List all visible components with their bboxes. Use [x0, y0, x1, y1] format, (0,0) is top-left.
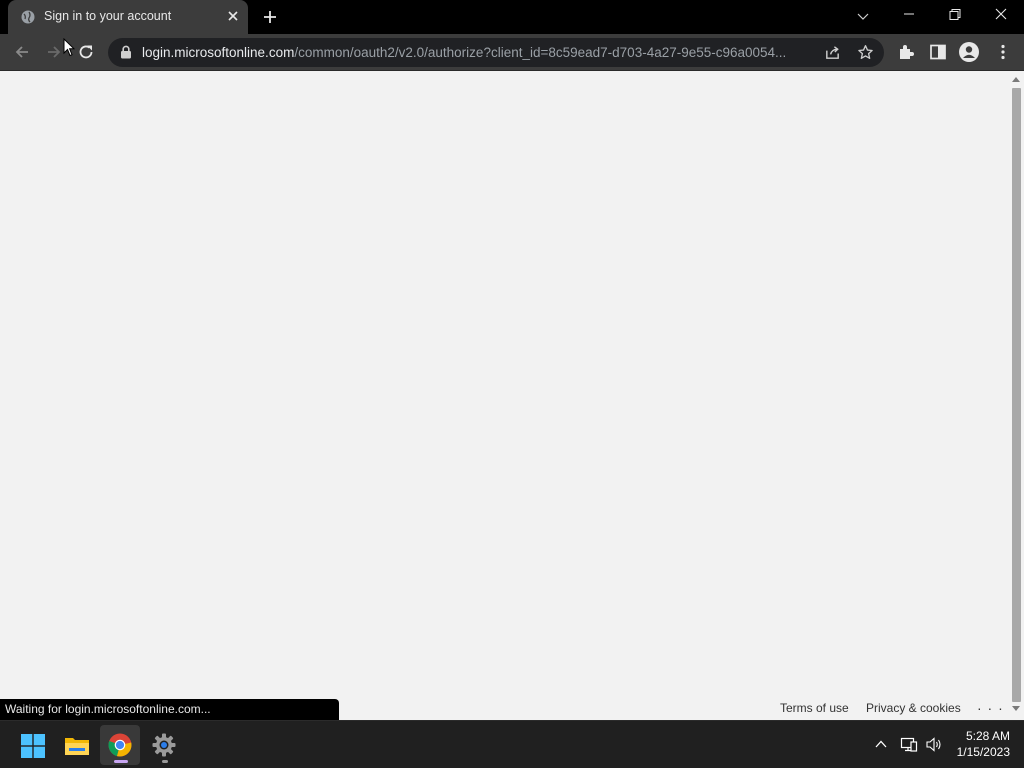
start-button[interactable]	[12, 725, 52, 765]
running-app-indicator	[162, 760, 168, 763]
extensions-icon[interactable]	[897, 43, 915, 61]
clock-date[interactable]: 1/15/2023	[946, 745, 1010, 759]
address-bar[interactable]: login.microsoftonline.com/common/oauth2/…	[108, 38, 884, 67]
url-host: login.microsoftonline.com	[142, 45, 295, 60]
globe-icon	[21, 10, 35, 24]
browser-tab[interactable]: Sign in to your account	[8, 0, 248, 34]
browser-toolbar: login.microsoftonline.com/common/oauth2/…	[0, 34, 1024, 71]
active-app-indicator	[114, 760, 128, 763]
close-tab-icon[interactable]	[226, 9, 240, 23]
page-content	[0, 71, 1008, 720]
bookmark-star-icon[interactable]	[857, 44, 874, 61]
restore-icon[interactable]	[944, 6, 966, 26]
status-bubble: Waiting for login.microsoftonline.com...	[0, 699, 339, 720]
more-options-button[interactable]: · · ·	[977, 700, 1004, 716]
tab-title: Sign in to your account	[44, 9, 172, 23]
close-window-icon[interactable]	[990, 6, 1012, 26]
volume-icon[interactable]	[925, 736, 943, 753]
side-panel-icon[interactable]	[929, 43, 947, 61]
network-icon[interactable]	[900, 736, 918, 753]
lock-icon[interactable]	[120, 45, 132, 59]
url-path: /common/oauth2/v2.0/authorize?client_id=…	[294, 45, 787, 60]
windows-start-icon	[21, 734, 45, 758]
clock-time[interactable]: 5:28 AM	[950, 729, 1010, 743]
share-icon[interactable]	[824, 44, 841, 61]
scroll-up-arrow-icon[interactable]	[1011, 75, 1021, 83]
terms-of-use-link[interactable]: Terms of use	[780, 701, 849, 715]
taskbar-chrome[interactable]	[100, 725, 140, 765]
minimize-icon[interactable]	[898, 6, 920, 26]
status-text: Waiting for login.microsoftonline.com...	[5, 702, 211, 716]
forward-icon[interactable]	[45, 43, 63, 61]
tab-search-icon[interactable]	[852, 6, 874, 26]
scroll-down-arrow-icon[interactable]	[1011, 705, 1021, 713]
new-tab-icon[interactable]	[262, 9, 278, 25]
browser-menu-icon[interactable]	[994, 43, 1012, 61]
tab-strip: Sign in to your account	[0, 0, 1024, 34]
show-hidden-icons-chevron-icon[interactable]	[874, 738, 888, 750]
url-text[interactable]: login.microsoftonline.com/common/oauth2/…	[142, 45, 818, 60]
reload-icon[interactable]	[77, 43, 95, 61]
profile-avatar-icon[interactable]	[959, 42, 979, 62]
settings-icon	[152, 733, 176, 757]
file-explorer-icon	[65, 738, 89, 755]
mouse-cursor-icon	[63, 38, 75, 57]
back-icon[interactable]	[13, 43, 31, 61]
privacy-cookies-link[interactable]: Privacy & cookies	[866, 701, 961, 715]
chrome-icon	[108, 733, 132, 757]
taskbar-settings[interactable]	[144, 725, 184, 765]
vertical-scrollbar[interactable]	[1008, 71, 1024, 720]
scrollbar-thumb[interactable]	[1012, 88, 1021, 702]
windows-taskbar: 5:28 AM 1/15/2023	[0, 720, 1024, 768]
taskbar-file-explorer[interactable]	[56, 725, 96, 765]
